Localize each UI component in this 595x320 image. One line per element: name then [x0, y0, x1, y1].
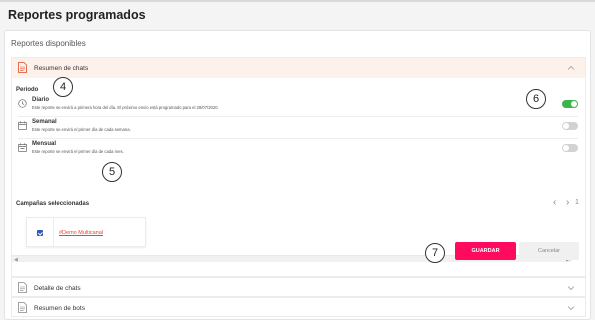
- document-icon: [18, 282, 27, 293]
- campaign-name[interactable]: #Demo Multicanal: [59, 230, 103, 236]
- accordion-detalle-chats: Detalle de chats: [11, 277, 586, 297]
- period-name: Mensual: [32, 141, 57, 147]
- chevron-down-icon[interactable]: [567, 304, 575, 312]
- period-description: Este reporte se envirá el primer día de …: [32, 127, 131, 132]
- accordion-label: Detalle de chats: [34, 284, 81, 292]
- divider: [18, 116, 578, 117]
- calendar-icon: [18, 143, 27, 152]
- accordion-header-resumen-chats[interactable]: Resumen de chats: [12, 58, 585, 78]
- campaigns-label: Campañas seleccionadas: [16, 201, 90, 207]
- chevron-down-icon[interactable]: [567, 284, 575, 292]
- period-name: Diario: [32, 97, 50, 103]
- daily-toggle[interactable]: [562, 100, 578, 108]
- panel-title: Reportes disponibles: [11, 39, 86, 48]
- accordion-header-detalle-chats[interactable]: Detalle de chats: [12, 278, 585, 298]
- monthly-toggle[interactable]: [562, 144, 578, 152]
- weekly-toggle[interactable]: [562, 122, 578, 130]
- divider: [53, 218, 54, 248]
- step-marker-7: 7: [425, 243, 445, 263]
- step-marker-5: 5: [102, 162, 122, 182]
- page-number: 1: [575, 199, 579, 206]
- period-description: Este reporte se envirá el primer día de …: [32, 149, 124, 154]
- save-button[interactable]: GUARDAR: [455, 242, 516, 260]
- divider: [18, 138, 578, 139]
- calendar-icon: [18, 121, 27, 130]
- chevron-up-icon[interactable]: [567, 64, 575, 72]
- pager-prev-icon[interactable]: ‹: [553, 197, 556, 208]
- step-marker-4: 4: [53, 77, 73, 97]
- accordion-header-resumen-bots[interactable]: Resumen de bots: [12, 298, 585, 318]
- period-option-monthly: Mensual Este reporte se envirá el primer…: [18, 141, 578, 161]
- pager-next-icon[interactable]: ›: [566, 197, 569, 208]
- document-icon: [18, 302, 27, 313]
- reports-panel: Reportes disponibles Resumen de chats Pe…: [4, 30, 591, 320]
- period-label: Período: [16, 87, 39, 93]
- top-divider: [0, 0, 595, 2]
- period-option-weekly: Semanal Este reporte se envirá el primer…: [18, 119, 578, 139]
- document-icon: [18, 62, 27, 73]
- period-option-daily: Diario Este reporte se envirá a primera …: [18, 97, 578, 117]
- campaign-card[interactable]: #Demo Multicanal: [26, 217, 146, 248]
- campaign-checkbox[interactable]: [37, 230, 43, 236]
- period-name: Semanal: [32, 119, 57, 125]
- accordion-label: Resumen de bots: [34, 304, 85, 312]
- scroll-left-icon[interactable]: ◀: [14, 257, 18, 263]
- clock-icon: [18, 99, 27, 108]
- cancel-button[interactable]: Cancelar: [519, 242, 579, 260]
- accordion-label: Resumen de chats: [34, 64, 89, 72]
- step-marker-6: 6: [526, 89, 546, 109]
- page-title: Reportes programados: [8, 8, 146, 22]
- accordion-resumen-bots: Resumen de bots: [11, 297, 586, 317]
- period-description: Este reporte se envirá a primera hora de…: [32, 105, 219, 110]
